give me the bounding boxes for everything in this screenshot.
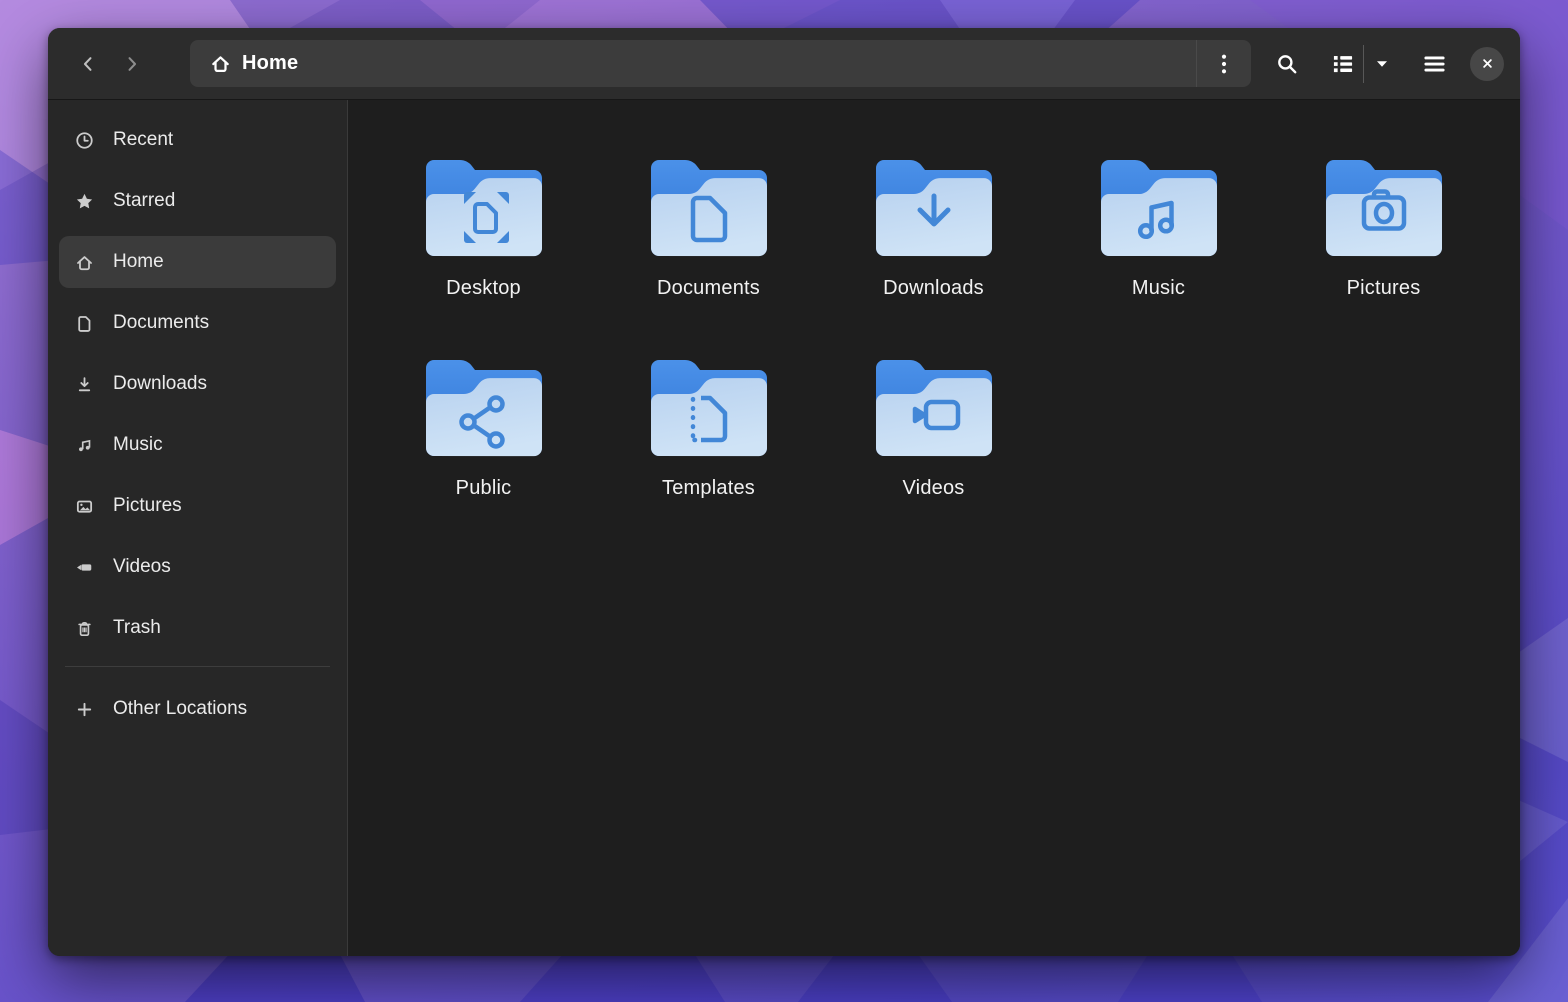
music-note-icon — [75, 436, 94, 455]
list-view-button[interactable] — [1323, 42, 1363, 86]
search-icon — [1276, 53, 1298, 75]
folder-label: Desktop — [446, 277, 521, 300]
sidebar-item-downloads[interactable]: Downloads — [59, 358, 336, 410]
recent-clock-icon — [75, 131, 94, 150]
sidebar-item-label: Other Locations — [113, 698, 247, 720]
list-view-icon — [1332, 53, 1354, 75]
sidebar-item-label: Pictures — [113, 495, 182, 517]
star-icon — [75, 192, 94, 211]
sidebar-item-documents[interactable]: Documents — [59, 297, 336, 349]
sidebar-item-music[interactable]: Music — [59, 419, 336, 471]
video-camera-icon — [75, 558, 94, 577]
sidebar-item-label: Recent — [113, 129, 173, 151]
folder-downloads[interactable]: Downloads — [821, 150, 1046, 350]
search-button[interactable] — [1265, 42, 1309, 86]
plus-icon — [75, 700, 94, 719]
folder-public[interactable]: Public — [371, 350, 596, 550]
file-grid: Desktop Documents Downloads — [371, 150, 1520, 550]
folder-label: Public — [456, 477, 512, 500]
home-icon — [210, 53, 231, 74]
sidebar-divider — [65, 666, 330, 667]
sidebar-item-starred[interactable]: Starred — [59, 175, 336, 227]
picture-icon — [75, 497, 94, 516]
sidebar-item-videos[interactable]: Videos — [59, 541, 336, 593]
sidebar: Recent Starred Home — [48, 100, 348, 956]
folder-music[interactable]: Music — [1046, 150, 1271, 350]
sidebar-item-home[interactable]: Home — [59, 236, 336, 288]
file-manager-window: Home — [48, 28, 1520, 956]
sidebar-item-pictures[interactable]: Pictures — [59, 480, 336, 532]
sidebar-item-label: Trash — [113, 617, 161, 639]
folder-label: Pictures — [1347, 277, 1421, 300]
sidebar-item-other-locations[interactable]: Other Locations — [59, 683, 336, 735]
sidebar-item-label: Documents — [113, 312, 209, 334]
main-menu-button[interactable] — [1412, 42, 1456, 86]
trash-icon — [75, 619, 94, 638]
forward-button[interactable] — [110, 42, 154, 86]
chevron-left-icon — [79, 55, 97, 73]
download-icon — [75, 375, 94, 394]
folder-templates[interactable]: Templates — [596, 350, 821, 550]
folder-documents[interactable]: Documents — [596, 150, 821, 350]
location-menu-button[interactable] — [1197, 40, 1251, 87]
folder-icon — [872, 350, 996, 464]
folder-icon — [1322, 150, 1446, 264]
sidebar-item-label: Downloads — [113, 373, 207, 395]
folder-label: Downloads — [883, 277, 984, 300]
folder-icon — [647, 350, 771, 464]
hamburger-menu-icon — [1423, 55, 1446, 73]
folder-label: Music — [1132, 277, 1185, 300]
view-options-button[interactable] — [1364, 42, 1400, 86]
file-view: Desktop Documents Downloads — [348, 100, 1520, 956]
folder-videos[interactable]: Videos — [821, 350, 1046, 550]
home-icon — [75, 253, 94, 272]
folder-label: Videos — [903, 477, 965, 500]
sidebar-item-label: Starred — [113, 190, 175, 212]
caret-down-icon — [1374, 56, 1390, 72]
document-icon — [75, 314, 94, 333]
headerbar: Home — [48, 28, 1520, 100]
sidebar-item-label: Music — [113, 434, 163, 456]
sidebar-item-recent[interactable]: Recent — [59, 114, 336, 166]
folder-label: Documents — [657, 277, 760, 300]
window-body: Recent Starred Home — [48, 100, 1520, 956]
view-switcher — [1323, 42, 1400, 86]
folder-icon — [1097, 150, 1221, 264]
chevron-right-icon — [123, 55, 141, 73]
current-location-label: Home — [242, 52, 298, 75]
sidebar-item-label: Videos — [113, 556, 171, 578]
sidebar-item-trash[interactable]: Trash — [59, 602, 336, 654]
folder-pictures[interactable]: Pictures — [1271, 150, 1496, 350]
folder-desktop[interactable]: Desktop — [371, 150, 596, 350]
folder-icon — [422, 350, 546, 464]
close-window-button[interactable] — [1470, 47, 1504, 81]
header-actions — [1265, 42, 1504, 86]
folder-label: Templates — [662, 477, 755, 500]
kebab-menu-icon — [1216, 53, 1232, 75]
sidebar-item-label: Home — [113, 251, 164, 273]
back-button[interactable] — [66, 42, 110, 86]
folder-icon — [422, 150, 546, 264]
path-bar[interactable]: Home — [190, 40, 1251, 87]
close-icon — [1480, 56, 1495, 71]
folder-icon — [647, 150, 771, 264]
folder-icon — [872, 150, 996, 264]
